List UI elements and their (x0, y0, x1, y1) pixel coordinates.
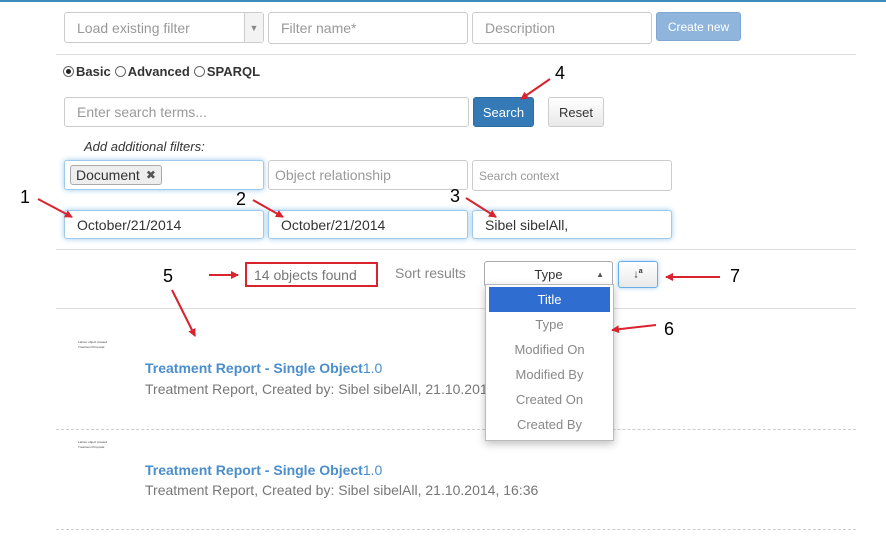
annotation-arrow-5b (171, 289, 196, 337)
annotation-arrow-6 (611, 324, 657, 334)
annotation-arrow-4 (520, 78, 551, 100)
annotation-arrow-3 (465, 197, 497, 218)
annotation-arrows (37, 78, 720, 337)
annotation-arrow-1 (37, 198, 73, 218)
annotation-arrow-2 (252, 199, 284, 218)
